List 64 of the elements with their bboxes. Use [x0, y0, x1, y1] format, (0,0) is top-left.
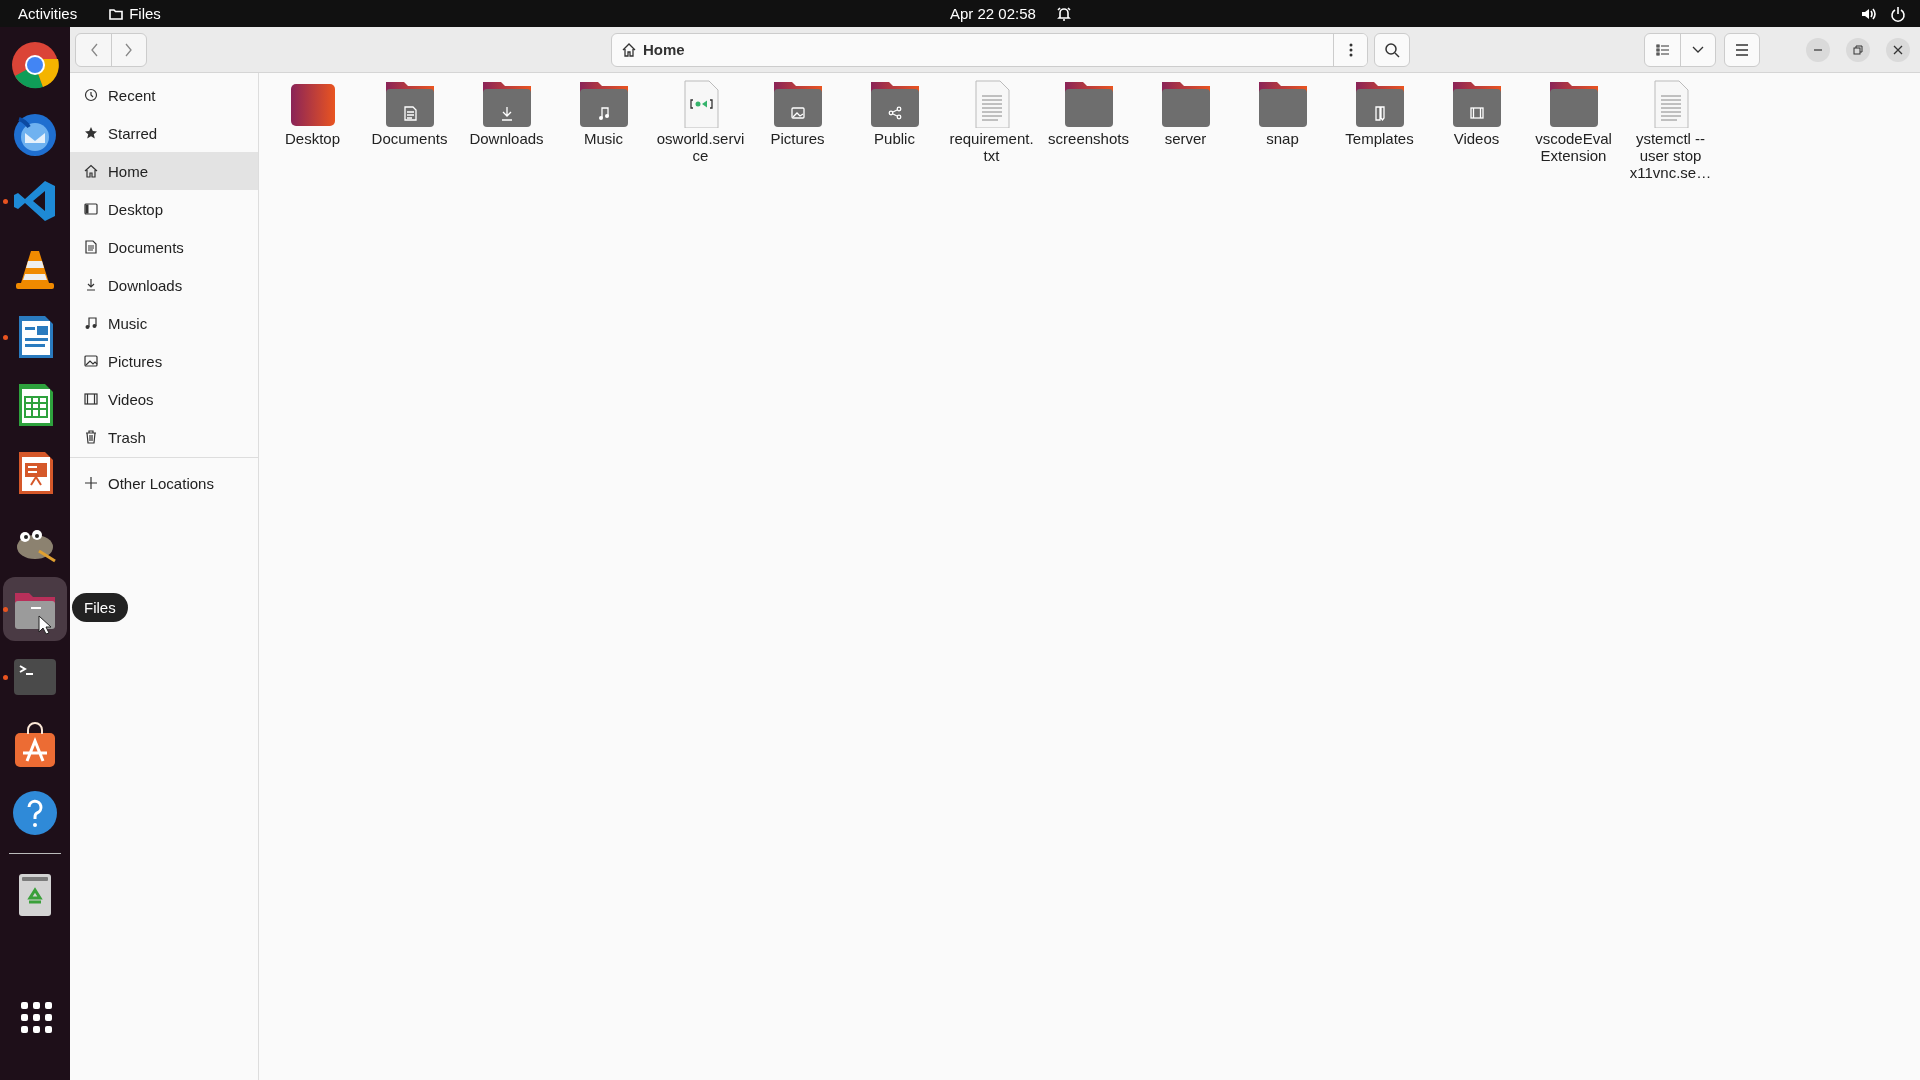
restore-button[interactable] [1846, 37, 1870, 62]
home-icon [84, 164, 98, 178]
search-button[interactable] [1374, 32, 1410, 67]
more-icon [1348, 42, 1353, 57]
sidebar-item[interactable]: Videos [70, 380, 258, 418]
document-icon [84, 240, 98, 254]
music-note-icon [84, 316, 98, 330]
sidebar-item[interactable]: Documents [70, 228, 258, 266]
activities-button[interactable]: Activities [0, 5, 96, 22]
file-name[interactable]: Documents [365, 130, 454, 147]
file-name[interactable]: osworld.service [656, 130, 745, 164]
file-name[interactable]: server [1141, 130, 1230, 147]
file-name[interactable]: ystemctl --user stop x11vnc.se… [1626, 130, 1715, 181]
bell-icon [1055, 5, 1072, 22]
film-icon [84, 392, 98, 406]
app-grid-icon[interactable] [18, 1000, 52, 1033]
trash-icon [84, 430, 98, 444]
sidebar-item[interactable]: Trash [70, 418, 258, 456]
list-view-icon [1655, 43, 1670, 56]
home-icon [621, 41, 637, 58]
app-menu[interactable]: Files [95, 5, 175, 22]
picture-icon [84, 354, 98, 368]
sidebar-item[interactable]: Recent [70, 76, 258, 114]
mouse-pointer-icon [38, 615, 52, 635]
folder-icon [109, 7, 124, 20]
file-name[interactable]: Desktop [268, 130, 357, 147]
file-name[interactable]: Music [559, 130, 648, 147]
sidebar-item[interactable]: Pictures [70, 342, 258, 380]
minimize-button[interactable] [1806, 37, 1830, 62]
search-icon [1384, 41, 1400, 58]
dock-button[interactable] [3, 577, 67, 641]
tooltip: Files [72, 593, 128, 622]
help-icon[interactable] [11, 789, 59, 837]
sidebar-item[interactable]: Home [70, 152, 258, 190]
clock-icon [84, 88, 98, 102]
file-name[interactable]: Downloads [462, 130, 551, 147]
minimize-icon [1813, 48, 1823, 51]
sidebar-item[interactable]: Downloads [70, 266, 258, 304]
sidebar-item[interactable]: Music [70, 304, 258, 342]
file-name[interactable]: Videos [1432, 130, 1521, 147]
plus-icon [84, 476, 98, 490]
chevron-down-icon [1692, 45, 1704, 54]
close-icon [1893, 44, 1903, 55]
download-icon [84, 278, 98, 292]
sidebar-item[interactable]: Starred [70, 114, 258, 152]
menu-button[interactable] [1724, 32, 1760, 67]
clock[interactable]: Apr 22 02:58 [950, 5, 1036, 22]
sidebar-item[interactable]: Desktop [70, 190, 258, 228]
file-name[interactable]: requirement.txt [947, 130, 1036, 164]
file-name[interactable]: Public [850, 130, 939, 147]
file-name[interactable]: screenshots [1044, 130, 1133, 147]
browser-icon[interactable] [11, 41, 59, 89]
file-name[interactable]: Templates [1335, 130, 1424, 147]
power-icon[interactable] [1890, 5, 1906, 22]
file-name[interactable]: Pictures [753, 130, 842, 147]
restore-icon [1853, 44, 1863, 55]
desktop-icon [84, 202, 98, 216]
file-name[interactable]: vscodeEval Extension [1529, 130, 1618, 164]
star-icon [84, 126, 98, 140]
file-name[interactable]: snap [1238, 130, 1327, 147]
path-label[interactable]: Home [643, 41, 685, 58]
sidebar-item[interactable]: Other Locations [70, 464, 258, 502]
close-button[interactable] [1886, 37, 1910, 62]
menu-icon [1735, 43, 1749, 56]
